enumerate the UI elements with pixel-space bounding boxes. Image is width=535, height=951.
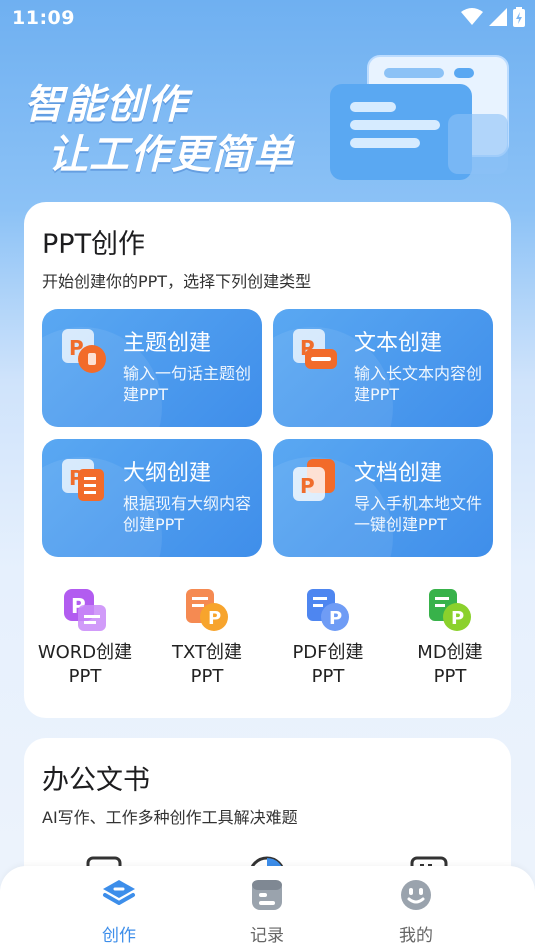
txt-create-label-ppt: PPT: [190, 666, 224, 687]
tab-create-label: 创作: [102, 926, 136, 946]
status-bar: 11:09: [0, 0, 535, 36]
word-create-ppt-button[interactable]: P WORD创建 PPT: [30, 587, 140, 689]
tile-text-desc: 输入长文本内容创建PPT: [354, 364, 483, 404]
txt-create-ppt-button[interactable]: P TXT创建 PPT: [152, 587, 262, 689]
ppt-topic-icon: P: [62, 329, 106, 373]
tile-document-title: 文档创建: [354, 461, 443, 486]
tab-mine[interactable]: 我的: [371, 878, 461, 946]
tile-topic-desc: 输入一句话主题创建PPT: [123, 364, 252, 404]
txt-create-label: TXT创建: [171, 642, 242, 663]
ppt-outline-icon: P: [62, 459, 104, 501]
pdf-create-label: PDF创建: [292, 642, 364, 663]
md-create-label: MD创建: [417, 642, 483, 663]
hero-banner: 智能创作 让工作更简单: [0, 36, 535, 206]
tile-outline-create[interactable]: P 大纲创建 根据现有大纲内容创建PPT: [42, 439, 262, 557]
txt-icon: P: [186, 589, 228, 631]
office-section-title: 办公文书: [42, 765, 150, 796]
tile-text-title: 文本创建: [354, 331, 443, 356]
wifi-icon: [461, 8, 483, 25]
word-create-label-ppt: PPT: [68, 666, 102, 687]
word-icon: P: [64, 589, 106, 631]
ppt-creation-card: PPT创作 开始创建你的PPT，选择下列创建类型 P 主题创建 输入一句话主题创…: [24, 202, 511, 718]
tile-outline-desc: 根据现有大纲内容创建PPT: [123, 494, 252, 534]
status-time: 11:09: [12, 7, 75, 29]
hero-title-line2: 让工作更简单: [48, 132, 294, 178]
word-create-label: WORD创建: [37, 642, 133, 663]
pdf-create-label-ppt: PPT: [311, 666, 345, 687]
tile-outline-title: 大纲创建: [123, 461, 212, 486]
tile-topic-create[interactable]: P 主题创建 输入一句话主题创建PPT: [42, 309, 262, 427]
tile-text-create[interactable]: P 文本创建 输入长文本内容创建PPT: [273, 309, 493, 427]
tile-topic-title: 主题创建: [123, 331, 212, 356]
svg-text:P: P: [451, 608, 464, 629]
md-icon: P: [429, 589, 471, 631]
md-create-ppt-button[interactable]: P MD创建 PPT: [395, 587, 505, 689]
svg-text:P: P: [208, 608, 221, 629]
battery-icon: [513, 7, 525, 27]
smiley-icon: [401, 880, 431, 910]
pdf-create-ppt-button[interactable]: P PDF创建 PPT: [273, 587, 383, 689]
svg-text:P: P: [329, 608, 342, 629]
ppt-document-icon: P: [293, 459, 335, 501]
tile-document-desc: 导入手机本地文件一键创建PPT: [354, 494, 483, 534]
office-section-subtitle: AI写作、工作多种创作工具解决难题: [42, 808, 298, 827]
status-icons: [461, 7, 525, 27]
tab-records[interactable]: 记录: [222, 878, 312, 946]
record-icon: [252, 880, 282, 910]
tab-records-label: 记录: [250, 926, 284, 946]
ppt-section-title: PPT创作: [42, 229, 146, 260]
layers-icon: [103, 880, 135, 905]
signal-icon: [489, 8, 507, 26]
ppt-section-subtitle: 开始创建你的PPT，选择下列创建类型: [42, 272, 312, 291]
md-create-label-ppt: PPT: [433, 666, 467, 687]
document-illustration: [330, 55, 509, 180]
tab-create[interactable]: 创作: [74, 878, 164, 946]
pdf-icon: P: [307, 589, 349, 631]
tab-mine-label: 我的: [399, 926, 433, 946]
ppt-text-icon: P: [293, 329, 337, 369]
tile-document-create[interactable]: P 文档创建 导入手机本地文件一键创建PPT: [273, 439, 493, 557]
bottom-tab-bar: 创作 记录 我的: [0, 866, 535, 951]
svg-text:P: P: [300, 474, 315, 498]
